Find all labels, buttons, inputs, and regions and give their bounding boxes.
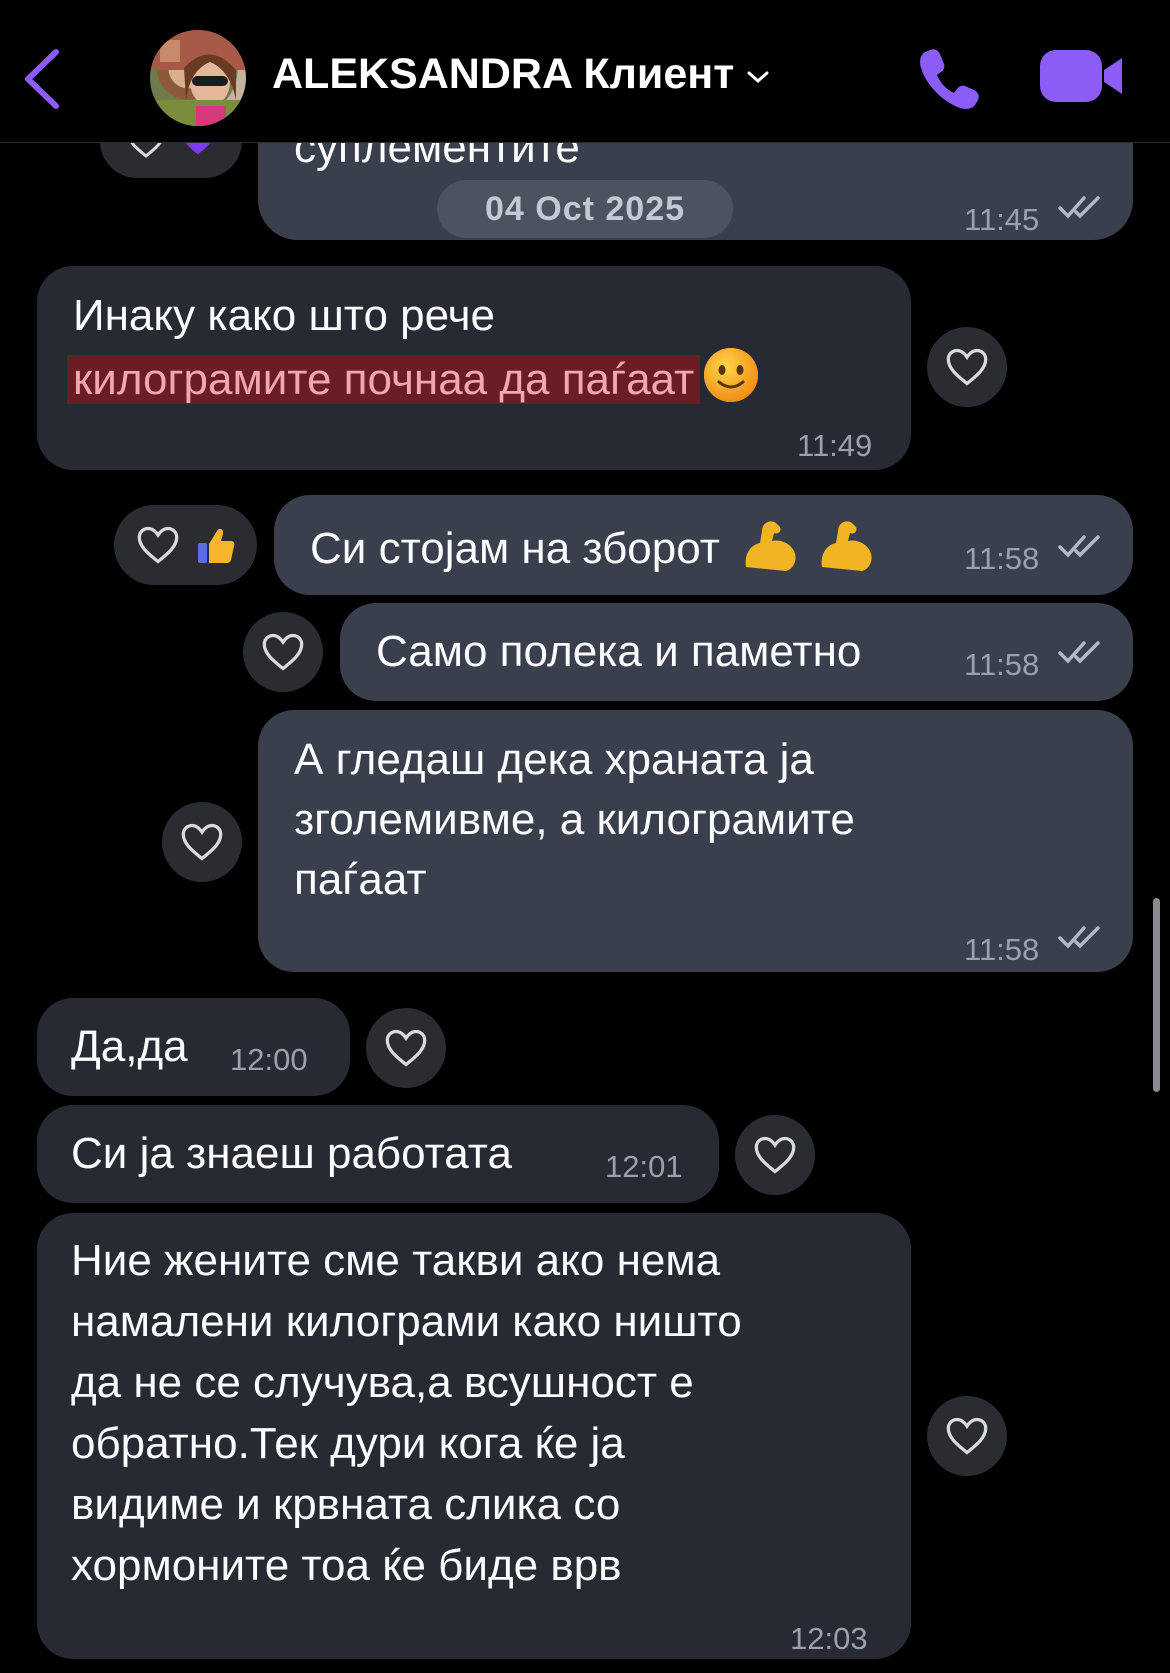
- message-text: Си стојам на зборот: [310, 524, 720, 573]
- contact-name[interactable]: ALEKSANDRA Клиент: [272, 50, 770, 99]
- message-bubble-incoming[interactable]: Да,да 12:00: [37, 998, 350, 1096]
- reaction-group[interactable]: [114, 505, 257, 585]
- message-time: 11:58: [964, 647, 1040, 682]
- read-ticks-icon: [1058, 926, 1100, 949]
- message-bubble-incoming[interactable]: Си ја знаеш работата 12:01: [37, 1105, 719, 1203]
- message-text-line: обратно.Тек дури кога ќе ја: [71, 1419, 625, 1468]
- message-text: Само полека и паметно: [376, 627, 862, 676]
- message-bubble-outgoing[interactable]: Си стојам на зборот 11:58: [274, 495, 1133, 595]
- back-chevron-icon[interactable]: [18, 44, 68, 114]
- flexed-biceps-icon: [821, 521, 872, 571]
- read-ticks-icon: [1058, 535, 1100, 558]
- heart-icon: [754, 1136, 796, 1174]
- heart-icon: [946, 1417, 988, 1455]
- heart-icon: [181, 823, 223, 861]
- heart-icon: [262, 633, 304, 671]
- message-text-line: зголемивме, а килограмите: [294, 795, 855, 844]
- message-time: 11:45: [964, 202, 1040, 237]
- contact-name-label: ALEKSANDRA Клиент: [272, 50, 735, 98]
- message-text-line: паѓаат: [294, 855, 427, 904]
- message-time: 12:00: [230, 1042, 308, 1077]
- reaction-button[interactable]: [366, 1008, 446, 1088]
- reaction-button[interactable]: [243, 612, 323, 692]
- heart-icon: [946, 348, 988, 386]
- message-time: 11:58: [964, 541, 1040, 576]
- thumbs-up-icon: [197, 528, 234, 563]
- message-text-line: да не се случува,а всушност е: [71, 1358, 694, 1407]
- message-text-line: Ние жените сме такви ако нема: [71, 1236, 721, 1285]
- date-separator: 04 Oct 2025: [437, 180, 733, 238]
- heart-icon: [385, 1029, 427, 1067]
- phone-icon[interactable]: [916, 44, 982, 110]
- message-bubble-incoming[interactable]: Инаку како што рече килограмите почнаа д…: [37, 266, 911, 470]
- reaction-button[interactable]: [162, 802, 242, 882]
- message-time: 12:03: [790, 1621, 868, 1656]
- flexed-biceps-icon: [745, 521, 796, 571]
- message-bubble-incoming[interactable]: Ние жените сме такви ако нема намалени к…: [37, 1213, 911, 1659]
- reaction-button[interactable]: [735, 1115, 815, 1195]
- slightly-smiling-face-icon: [704, 348, 759, 402]
- message-bubble-outgoing[interactable]: Само полека и паметно 11:58: [340, 603, 1133, 701]
- message-text: Да,да: [71, 1022, 188, 1071]
- message-text-line: намалени килограми како ништо: [71, 1297, 742, 1346]
- highlighted-text: килограмите почнаа да паѓаат: [67, 355, 701, 404]
- message-text-line: А гледаш дека храната ја: [294, 735, 814, 784]
- message-text-line: Инаку како што рече: [73, 291, 496, 340]
- header-overlay: ALEKSANDRA Клиент: [0, 0, 1170, 143]
- message-time: 11:58: [964, 932, 1040, 967]
- read-ticks-icon: [1058, 196, 1100, 219]
- reaction-button[interactable]: [927, 327, 1007, 407]
- message-line: Си стојам на зборот: [310, 515, 876, 579]
- message-time: 11:49: [797, 428, 873, 463]
- read-ticks-icon: [1058, 641, 1100, 664]
- scrollbar[interactable]: [1153, 898, 1160, 1092]
- message-text: Си ја знаеш работата: [71, 1129, 512, 1178]
- reaction-button[interactable]: [927, 1396, 1007, 1476]
- chevron-down-icon[interactable]: [746, 69, 770, 85]
- video-camera-icon[interactable]: [1040, 46, 1124, 106]
- message-text-line: видиме и крвната слика со: [71, 1480, 621, 1529]
- message-text-line: хормоните тоа ќе биде врв: [71, 1541, 622, 1590]
- message-time: 12:01: [605, 1149, 683, 1184]
- heart-icon: [137, 526, 178, 564]
- message-highlighted-line: килограмите почнаа да паѓаат: [67, 346, 760, 410]
- avatar[interactable]: [150, 30, 246, 126]
- message-bubble-outgoing[interactable]: А гледаш дека храната ја зголемивме, а к…: [258, 710, 1133, 972]
